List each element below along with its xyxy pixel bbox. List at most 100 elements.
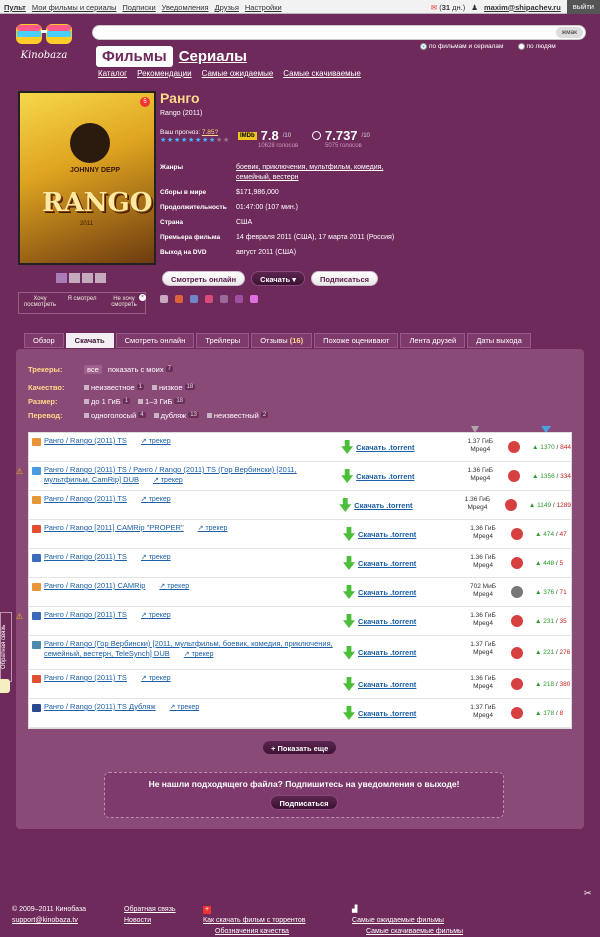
subnav-most-expected[interactable]: Самые ожидаемые [202,69,274,78]
share-icon[interactable] [205,295,213,303]
tab-4[interactable]: Отзывы (16) [251,333,313,348]
download-torrent-link[interactable]: Скачать .torrent [337,462,456,490]
nav-my-films[interactable]: Мои фильмы и сериалы [32,3,117,12]
tracker-link[interactable]: ↗ трекер [153,477,183,484]
torrent-title-link[interactable]: Ранго / Rango (2011) TS [44,673,127,682]
star-icon[interactable]: ★ [174,137,180,144]
tracker-link[interactable]: ↗ трекер [184,651,214,658]
tab-5[interactable]: Похоже оценивают [314,333,399,348]
star-icon[interactable]: ★ [223,137,229,144]
logout-button[interactable]: выйти [566,0,600,14]
search-input[interactable]: жмак [92,25,586,40]
filter-option[interactable]: низкое 18 [152,383,196,392]
star-icon[interactable]: ★ [181,137,187,144]
notify-subscribe-button[interactable]: Подписаться [270,795,338,810]
footer-feedback-link[interactable]: Обратная связь [124,904,176,915]
share-icon[interactable] [175,295,183,303]
tab-2[interactable]: Смотреть онлайн [115,333,195,348]
share-icon[interactable] [250,295,258,303]
subnav-most-downloaded[interactable]: Самые скачиваемые [283,69,361,78]
tab-7[interactable]: Даты выхода [467,333,531,348]
tracker-link[interactable]: ↗ трекер [141,554,171,561]
close-icon[interactable]: × [139,294,146,301]
star-icon[interactable]: ★ [188,137,194,144]
scope-people-option[interactable]: по людям [517,43,556,50]
messages-indicator[interactable]: ✉ (31 дн.) [431,3,465,12]
tracker-link[interactable]: ↗ трекер [198,525,228,532]
torrent-title-link[interactable]: Ранго / Rango (2011) CAMRip [44,581,145,590]
filter-option[interactable]: дубляж 13 [153,411,199,420]
nav-notifications[interactable]: Уведомления [162,3,209,12]
watched[interactable]: Я смотрел [61,293,103,313]
download-torrent-link[interactable]: Скачать .torrent [339,607,459,635]
genres-value[interactable]: боевик, приключения, мультфильм, комедия… [236,164,383,181]
download-torrent-link[interactable]: Скачать .torrent [339,578,459,606]
download-torrent-link[interactable]: Скачать .torrent [337,433,456,461]
show-more-button[interactable]: + Показать еще [262,740,338,755]
torrent-title-link[interactable]: Ранго / Rango (2011) TS [44,494,127,503]
tab-0[interactable]: Обзор [24,333,64,348]
search-button[interactable]: жмак [555,27,583,38]
want-to-watch[interactable]: Хочу посмотреть [19,293,61,313]
tracker-link[interactable]: ↗ трекер [159,583,189,590]
filter-option[interactable]: неизвестное 1 [84,383,145,392]
download-torrent-link[interactable]: Скачать .torrent [339,636,459,669]
support-email[interactable]: support@kinobaza.tv [12,915,86,926]
filter-all[interactable]: все [84,364,102,374]
download-torrent-link[interactable]: Скачать .torrent [339,520,459,548]
footer-downloaded-link[interactable]: Самые скачиваемые фильмы [366,926,463,937]
subscribe-button[interactable]: Подписаться [310,271,379,286]
torrent-title-link[interactable]: Ранго / Rango (2011) TS [44,610,127,619]
subnav-catalog[interactable]: Каталог [98,69,127,78]
torrent-title-link[interactable]: Ранго / Rango (2011) TS Дубляж [44,702,155,711]
tab-1[interactable]: Скачать [65,333,114,348]
download-torrent-link[interactable]: Скачать .torrent [335,491,454,519]
kinobaza-logo[interactable]: Kinobaza [14,20,74,64]
footer-howto-link[interactable]: Как скачать фильм с торрентов [203,915,306,926]
poster-dot[interactable] [69,273,80,283]
torrent-title-link[interactable]: Ранго / Rango (2011) TS [44,552,127,561]
share-icon[interactable] [190,295,198,303]
watch-online-button[interactable]: Смотреть онлайн [162,271,246,286]
tab-6[interactable]: Лента друзей [400,333,466,348]
poster-dot[interactable] [82,273,93,283]
section-films[interactable]: Фильмы [96,46,173,67]
star-icon[interactable]: ★ [216,137,222,144]
filter-option[interactable]: неизвестный 2 [206,411,269,420]
footer-quality-link[interactable]: Обозначения качества [215,926,306,937]
star-icon[interactable]: ★ [209,137,215,144]
poster-prev-button[interactable] [56,273,67,283]
tab-3[interactable]: Трейлеры [196,333,250,348]
download-button[interactable]: Скачать ▾ [251,271,305,286]
footer-news-link[interactable]: Новости [124,915,176,926]
scope-films-option[interactable]: по фильмам и сериалам [420,43,504,50]
nav-settings[interactable]: Настройки [245,3,282,12]
download-torrent-link[interactable]: Скачать .torrent [339,670,459,698]
nav-dashboard[interactable]: Пульт [4,3,26,12]
genres-list[interactable]: боевик, приключения, мультфильм, комедия… [236,163,400,183]
nav-friends[interactable]: Друзья [215,3,239,12]
subnav-recommendations[interactable]: Рекомендации [137,69,191,78]
torrent-title-link[interactable]: Ранго / Rango [2011] CAMRip "PROPER" [44,523,184,532]
footer-expected-link[interactable]: Самые ожидаемые фильмы [352,915,463,926]
tracker-link[interactable]: ↗ трекер [141,496,171,503]
share-icon[interactable] [160,295,168,303]
filter-option[interactable]: 1–3 ГиБ 18 [137,397,186,406]
tracker-link[interactable]: ↗ трекер [141,675,171,682]
movie-poster[interactable]: 5 JOHNNY DEPP RANGO 2011 [18,91,156,265]
star-icon[interactable]: ★ [167,137,173,144]
share-icon[interactable] [235,295,243,303]
forecast-value[interactable]: 7.85? [202,129,218,136]
download-torrent-link[interactable]: Скачать .torrent [339,699,459,727]
user-email[interactable]: maxim@shipachev.ru [484,3,561,12]
star-rating[interactable]: ★ ★ ★ ★ ★ ★ ★ ★ ★ ★ [160,137,229,144]
star-icon[interactable]: ★ [160,137,166,144]
poster-next-button[interactable] [95,273,106,283]
section-series[interactable]: Сериалы [179,48,247,65]
filter-option[interactable]: одноголосый 4 [84,411,146,420]
tracker-link[interactable]: ↗ трекер [169,704,199,711]
filter-mine[interactable]: показать с моих 7 [108,365,173,374]
tracker-link[interactable]: ↗ трекер [141,612,171,619]
star-icon[interactable]: ★ [202,137,208,144]
feedback-icon[interactable] [0,679,10,693]
